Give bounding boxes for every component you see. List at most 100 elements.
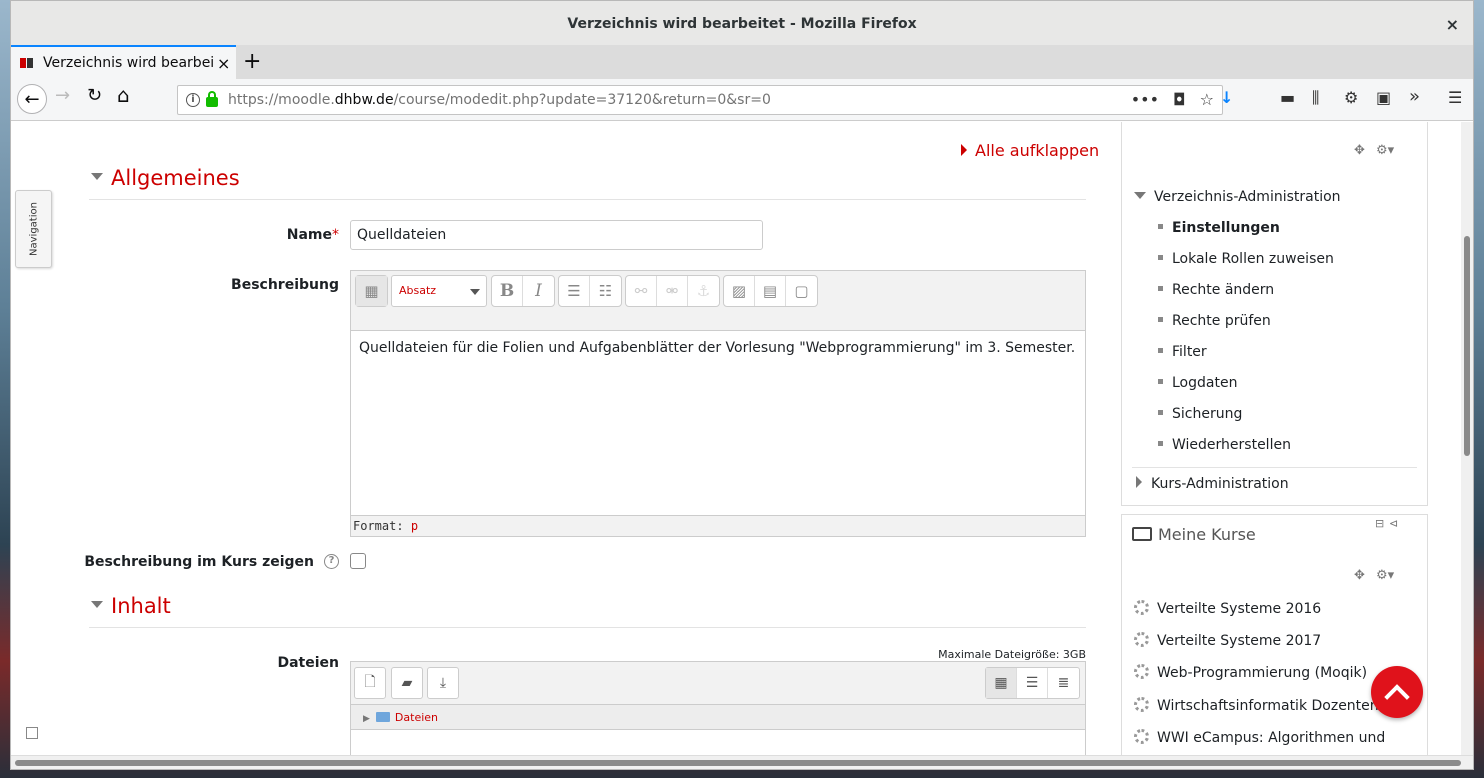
new-tab-button[interactable]: + [243, 49, 261, 74]
name-input[interactable] [350, 220, 763, 250]
dock-icon[interactable] [26, 727, 38, 739]
image-icon[interactable]: ▨ [724, 276, 755, 306]
move-icon[interactable]: ✥ [1354, 568, 1365, 583]
divider [89, 627, 1086, 628]
tree-view-icon[interactable]: ≣ [1048, 668, 1079, 698]
file-manager-icon[interactable]: ▢ [786, 276, 817, 306]
create-folder-icon[interactable]: ▰ [391, 667, 423, 699]
vertical-scrollbar[interactable] [1461, 122, 1473, 755]
browser-tab[interactable]: Verzeichnis wird bearbeitet × [11, 45, 236, 79]
show-description-checkbox[interactable] [350, 553, 366, 569]
admin-item-logdaten[interactable]: Logdaten [1157, 375, 1237, 391]
move-icon[interactable]: ✥ [1354, 143, 1365, 158]
reload-button[interactable]: ↻ [87, 85, 102, 106]
add-file-icon[interactable]: 🗋 [354, 667, 386, 699]
toolbar-toggle-icon[interactable]: ▦ [356, 276, 387, 306]
tab-close-button[interactable]: × [217, 54, 230, 73]
section-general-header[interactable]: Allgemeines [91, 166, 240, 190]
forward-button[interactable]: → [55, 85, 70, 106]
course-icon [1134, 599, 1149, 615]
paragraph-style-select[interactable]: Absatz [391, 275, 487, 307]
pocket-icon[interactable]: ◘ [1173, 90, 1186, 109]
download-all-icon[interactable]: ⤓ [427, 667, 459, 699]
course-icon [1134, 728, 1149, 744]
editor-content[interactable]: Quelldateien für die Folien und Aufgaben… [351, 331, 1085, 515]
anchor-icon[interactable]: ⚓ [688, 276, 719, 306]
course-icon [1134, 663, 1149, 679]
vertical-scrollbar-thumb[interactable] [1464, 236, 1470, 456]
unordered-list-icon[interactable]: ☰ [559, 276, 590, 306]
download-icon[interactable]: ↓ [1220, 88, 1233, 107]
course-link[interactable]: WWI eCampus: Algorithmen und [1134, 728, 1385, 746]
format-group: B I [491, 275, 555, 307]
block-settings-icon[interactable]: ⚙▾ [1376, 568, 1394, 583]
course-link[interactable]: Verteilte Systeme 2016 [1134, 599, 1321, 617]
page-actions-icon[interactable]: ••• [1131, 90, 1159, 109]
view-switcher: ▦ ☰ ≣ [985, 667, 1080, 699]
icon-view-icon[interactable]: ▦ [986, 668, 1017, 698]
bold-icon[interactable]: B [492, 276, 523, 306]
format-value[interactable]: p [411, 519, 418, 533]
course-icon [1134, 696, 1149, 712]
horizontal-scrollbar[interactable] [11, 755, 1473, 769]
sidebar-icon[interactable]: ▣ [1376, 88, 1391, 107]
home-button[interactable]: ⌂ [117, 83, 130, 107]
files-folder-link[interactable]: Dateien [395, 711, 438, 724]
admin-item-rechte-aendern[interactable]: Rechte ändern [1157, 282, 1274, 298]
library-icon[interactable]: ⫼ [1312, 88, 1319, 108]
course-icon [1134, 631, 1149, 647]
unlink-icon[interactable]: ⚮ [657, 276, 688, 306]
extension-icon[interactable]: ⚙ [1344, 88, 1358, 107]
tab-title: Verzeichnis wird bearbeitet [43, 55, 213, 71]
course-link[interactable]: Wirtschaftsinformatik Dozenten [1134, 696, 1379, 714]
url-bar[interactable]: i https://moodle.dhbw.de/course/modedit.… [177, 85, 1223, 115]
bookmark-star-icon[interactable]: ☆ [1200, 90, 1214, 109]
admin-item-filter[interactable]: Filter [1158, 344, 1207, 360]
url-text[interactable]: https://moodle.dhbw.de/course/modedit.ph… [228, 92, 771, 108]
screen-icon[interactable]: ▬ [1280, 88, 1295, 107]
navigation-toolbar: ← → ↻ ⌂ i https://moodle.dhbw.de/course/… [11, 79, 1473, 121]
collapsed-arrow-icon [1136, 476, 1142, 488]
name-label: Name* [286, 227, 339, 243]
list-view-icon[interactable]: ☰ [1017, 668, 1048, 698]
course-link[interactable]: Web-Programmierung (Moqik) [1134, 663, 1367, 681]
block-settings-icon[interactable]: ⚙▾ [1376, 143, 1394, 158]
dock-block-icon[interactable]: ⊲ [1389, 517, 1398, 530]
toolbar-toggle-group: ▦ [355, 275, 388, 307]
navigation-drawer-toggle[interactable]: Navigation [15, 190, 52, 268]
hide-block-icon[interactable]: ⊟ [1375, 517, 1384, 530]
admin-item-einstellungen[interactable]: Einstellungen [1158, 220, 1280, 236]
verzeichnis-admin-node[interactable]: Verzeichnis-Administration [1134, 189, 1341, 205]
window-close-button[interactable]: × [1446, 15, 1459, 34]
info-icon[interactable]: i [186, 93, 200, 107]
admin-item-wiederherstellen[interactable]: Wiederherstellen [1158, 437, 1291, 453]
scroll-to-top-button[interactable] [1371, 666, 1423, 718]
admin-item-lokale-rollen[interactable]: Lokale Rollen zuweisen [1158, 251, 1334, 267]
format-label: Format: [353, 519, 404, 533]
back-button[interactable]: ← [17, 84, 47, 114]
expanded-arrow-icon [1134, 191, 1146, 199]
expand-all-link[interactable]: Alle aufklappen [961, 141, 1099, 160]
overflow-icon[interactable]: » [1409, 86, 1420, 107]
window-title: Verzeichnis wird bearbeitet - Mozilla Fi… [567, 16, 917, 32]
navigation-drawer-label: Navigation [28, 202, 39, 256]
section-content-header[interactable]: Inhalt [91, 594, 171, 618]
expand-arrow-icon[interactable]: ▶ [363, 714, 370, 724]
course-link[interactable]: Verteilte Systeme 2017 [1134, 631, 1321, 649]
link-icon[interactable]: ⚯ [626, 276, 657, 306]
file-drop-area[interactable] [351, 730, 1085, 755]
administration-block: ✥ ⚙▾ Verzeichnis-Administration Einstell… [1121, 122, 1428, 506]
media-icon[interactable]: ▤ [755, 276, 786, 306]
italic-icon[interactable]: I [523, 276, 554, 306]
media-group: ▨ ▤ ▢ [723, 275, 818, 307]
ordered-list-icon[interactable]: ☷ [590, 276, 621, 306]
editor-toolbar: ▦ Absatz B I ☰ ☷ ⚯ ⚮ ⚓ ▨ ▤ ▢ [351, 271, 1085, 331]
menu-icon[interactable]: ☰ [1448, 88, 1462, 107]
lock-icon[interactable] [206, 91, 218, 107]
kurs-admin-node[interactable]: Kurs-Administration [1136, 476, 1289, 492]
help-icon[interactable]: ? [324, 554, 339, 569]
horizontal-scrollbar-thumb[interactable] [15, 760, 1461, 766]
admin-item-sicherung[interactable]: Sicherung [1157, 406, 1242, 422]
admin-item-rechte-pruefen[interactable]: Rechte prüfen [1158, 313, 1271, 329]
editor-status-bar: Format: p [351, 515, 1085, 536]
